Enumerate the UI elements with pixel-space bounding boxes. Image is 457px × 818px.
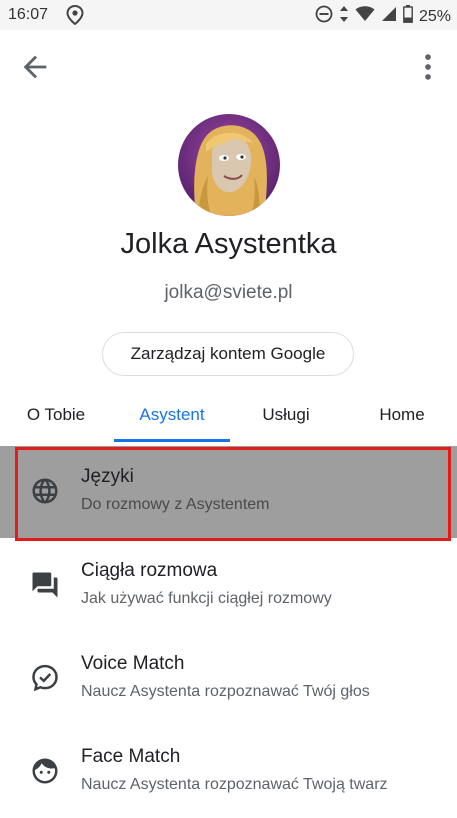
list-item-face-match[interactable]: Face Match Naucz Asystenta rozpoznawać T… — [0, 726, 457, 818]
face-icon — [30, 756, 60, 786]
list-item-ciagla-rozmowa[interactable]: Ciągła rozmowa Jak używać funkcji ciągłe… — [0, 540, 457, 632]
profile-name: Jolka Asystentka — [120, 228, 337, 260]
battery-percent: 25% — [418, 7, 451, 25]
data-arrows-icon — [339, 5, 349, 28]
manage-google-account-button[interactable]: Zarządzaj kontem Google — [102, 332, 354, 376]
avatar[interactable] — [178, 114, 280, 216]
tab-home[interactable]: Home — [356, 392, 448, 438]
list-item-title: Face Match — [81, 746, 181, 767]
list-item-subtitle: Naucz Asystenta rozpoznawać Twój głos — [81, 683, 370, 700]
active-tab-indicator — [114, 439, 230, 442]
status-icons: 25% — [315, 5, 451, 28]
profile-email: jolka@sviete.pl — [164, 282, 293, 303]
top-app-bar — [0, 30, 457, 100]
globe-icon — [30, 476, 60, 506]
tab-asystent[interactable]: Asystent — [114, 392, 230, 438]
list-item-jezyki[interactable]: Języki Do rozmowy z Asystentem — [0, 446, 457, 538]
list-item-title: Ciągła rozmowa — [81, 560, 218, 581]
status-time: 16:07 — [8, 6, 49, 23]
chat-icon — [30, 570, 60, 600]
more-vert-icon — [411, 54, 445, 88]
signal-icon — [381, 6, 397, 27]
wifi-icon — [355, 6, 375, 27]
voice-match-icon — [30, 663, 60, 693]
arrow-back-icon — [18, 55, 52, 88]
list-item-voice-match[interactable]: Voice Match Naucz Asystenta rozpoznawać … — [0, 633, 457, 725]
do-not-disturb-icon — [315, 5, 333, 28]
tab-uslugi[interactable]: Usługi — [240, 392, 332, 438]
list-item-subtitle: Jak używać funkcji ciągłej rozmowy — [81, 590, 332, 607]
more-options-button[interactable] — [411, 50, 445, 84]
list-item-subtitle: Do rozmowy z Asystentem — [81, 496, 270, 513]
tab-o-tobie[interactable]: O Tobie — [10, 392, 102, 438]
list-item-subtitle: Naucz Asystenta rozpoznawać Twoją twarz — [81, 776, 388, 793]
tab-bar: O Tobie Asystent Usługi Home — [0, 392, 457, 442]
location-icon — [66, 4, 84, 30]
back-button[interactable] — [18, 50, 52, 84]
list-item-title: Voice Match — [81, 653, 185, 674]
status-bar: 16:07 25% — [0, 0, 457, 30]
battery-icon — [403, 5, 413, 28]
list-item-title: Języki — [81, 466, 134, 487]
